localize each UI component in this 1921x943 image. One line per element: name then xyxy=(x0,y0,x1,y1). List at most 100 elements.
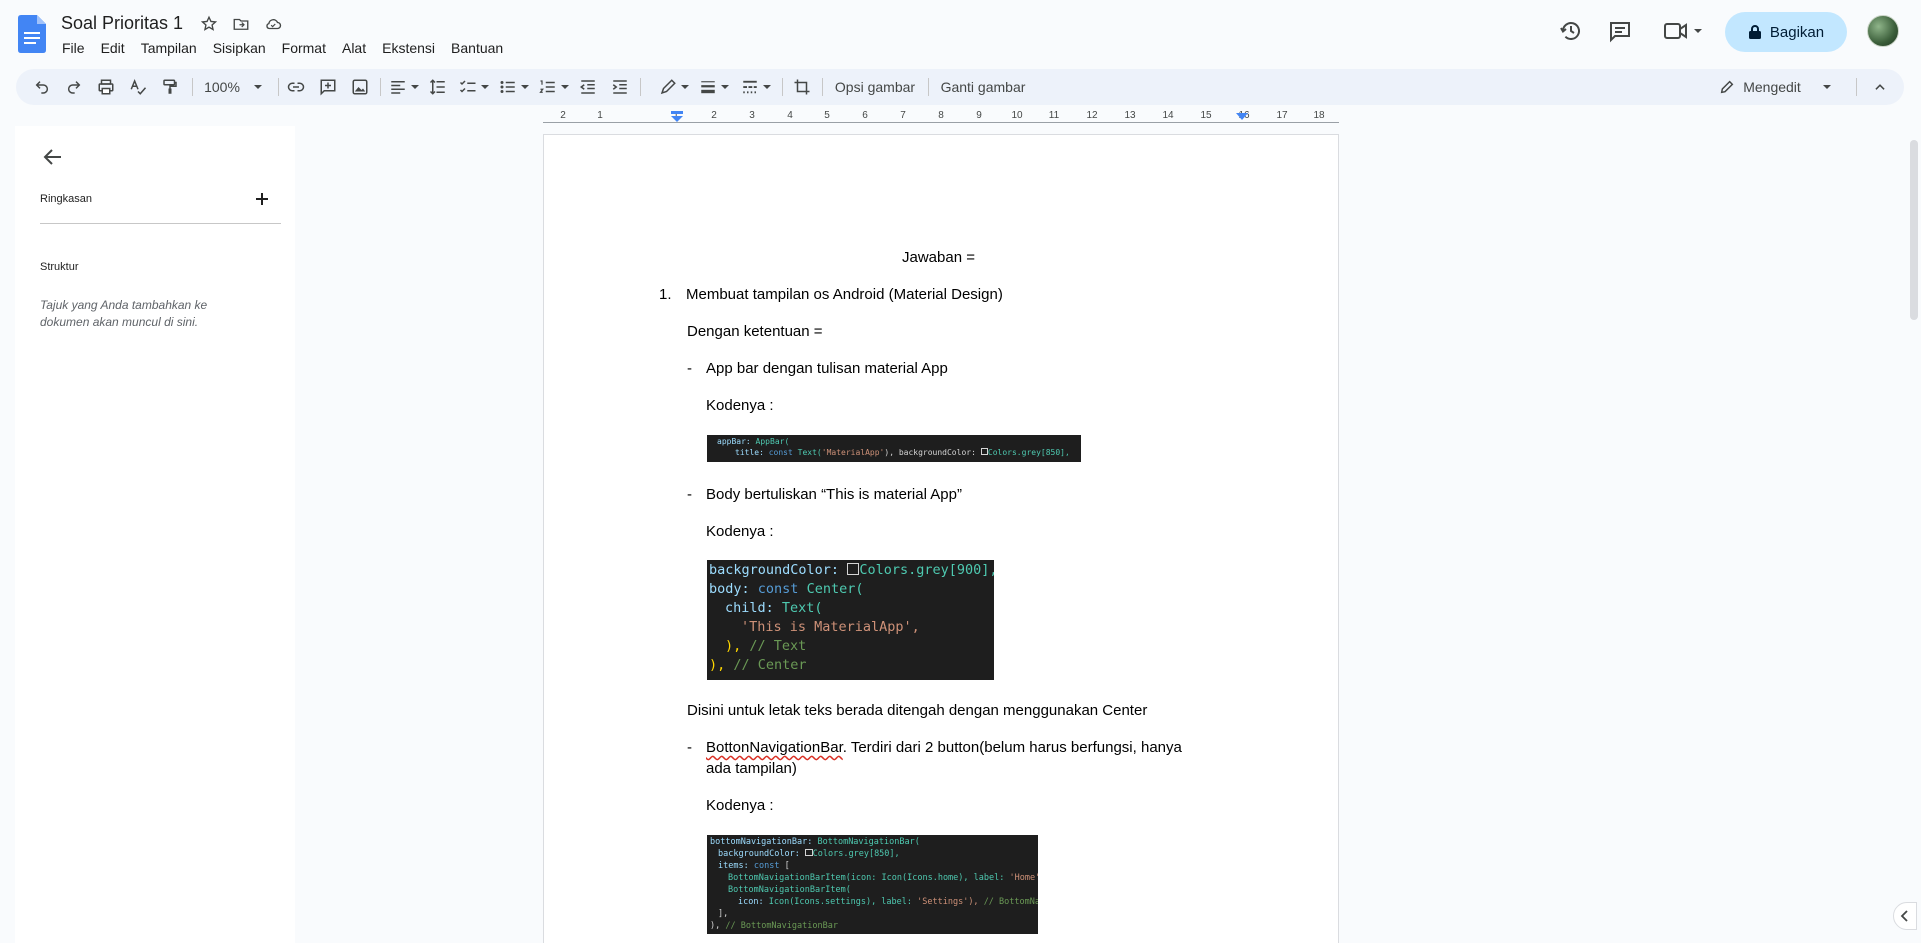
code-line: ), // Center xyxy=(709,657,807,673)
document-title[interactable]: Soal Prioritas 1 xyxy=(61,13,183,34)
left-indent-marker-icon[interactable] xyxy=(670,111,684,125)
bulleted-list-dropdown[interactable] xyxy=(496,75,532,99)
checklist-dropdown[interactable] xyxy=(456,75,492,99)
ruler-label: 12 xyxy=(1086,110,1098,121)
doc-paragraph[interactable]: Kodenya : xyxy=(706,523,774,540)
menu-edit[interactable]: Edit xyxy=(93,38,133,58)
meet-icon[interactable] xyxy=(1660,16,1706,46)
image-options-button[interactable]: Opsi gambar xyxy=(830,75,920,99)
structure-hint: Tajuk yang Anda tambahkan ke dokumen aka… xyxy=(40,298,208,329)
docs-logo-icon[interactable] xyxy=(18,15,46,53)
list-dash: - xyxy=(687,739,692,756)
ruler-label: 6 xyxy=(862,110,868,121)
bottom-nav-code-image[interactable]: bottomNavigationBar: BottomNavigationBar… xyxy=(707,835,1038,934)
share-button[interactable]: Bagikan xyxy=(1725,12,1847,52)
code-line: ], xyxy=(718,909,729,919)
back-arrow-icon[interactable] xyxy=(41,145,65,169)
add-comment-icon[interactable] xyxy=(316,75,340,99)
code-line: title: const Text('MaterialApp'), backgr… xyxy=(735,448,1070,457)
star-icon[interactable] xyxy=(198,13,220,35)
print-icon[interactable] xyxy=(94,75,118,99)
redo-icon[interactable] xyxy=(62,75,86,99)
code-line: BottomNavigationBarItem(icon: Icon(Icons… xyxy=(728,873,1038,883)
spellcheck-icon[interactable] xyxy=(126,75,150,99)
menu-help[interactable]: Bantuan xyxy=(443,38,511,58)
list-item[interactable]: BottonNavigationBar. Terdiri dari 2 butt… xyxy=(706,739,1182,756)
avatar[interactable] xyxy=(1867,15,1899,47)
cloud-saved-icon[interactable] xyxy=(262,13,284,35)
list-dash: - xyxy=(687,486,692,503)
code-line: body: const Center( xyxy=(709,581,864,597)
list-item[interactable]: Body bertuliskan “This is material App” xyxy=(706,486,962,503)
editing-mode-dropdown[interactable]: Mengedit xyxy=(1708,75,1842,99)
code-line: BottomNavigationBarItem( xyxy=(728,885,851,895)
misspelled-word[interactable]: BottonNavigationBar xyxy=(706,739,843,756)
ruler-label: 5 xyxy=(824,110,830,121)
menu-insert[interactable]: Sisipkan xyxy=(205,38,274,58)
paint-format-icon[interactable] xyxy=(158,75,182,99)
code-line: backgroundColor: Colors.grey[850], xyxy=(718,848,900,859)
list-item-continuation[interactable]: ada tampilan) xyxy=(706,760,797,777)
share-label: Bagikan xyxy=(1769,23,1825,41)
google-docs-window: Soal Prioritas 1 File Edit Tampilan Sisi… xyxy=(0,0,1921,943)
hide-menus-chevron-icon[interactable] xyxy=(1868,75,1892,99)
zoom-select[interactable]: 100% xyxy=(194,75,272,99)
ruler-label: 18 xyxy=(1313,110,1325,121)
code-line: items: const [ xyxy=(718,861,790,871)
zoom-value: 100% xyxy=(204,79,240,95)
menu-format[interactable]: Format xyxy=(274,38,334,58)
list-item[interactable]: Membuat tampilan os Android (Material De… xyxy=(686,286,1003,303)
toolbar-divider xyxy=(822,78,823,96)
comments-icon[interactable] xyxy=(1605,16,1635,46)
numbered-list-icon xyxy=(539,80,555,93)
menu-tools[interactable]: Alat xyxy=(334,38,374,58)
doc-paragraph[interactable]: Disini untuk letak teks berada ditengah … xyxy=(687,702,1147,719)
list-number: 1. xyxy=(659,286,672,303)
code-line: icon: Icon(Icons.settings), label: 'Sett… xyxy=(738,897,1038,907)
border-weight-dropdown[interactable] xyxy=(696,75,732,99)
increase-indent-icon[interactable] xyxy=(608,75,632,99)
crop-icon[interactable] xyxy=(790,75,814,99)
border-color-dropdown[interactable] xyxy=(656,75,692,99)
toolbar-divider xyxy=(278,78,279,96)
editing-mode-caret-icon xyxy=(1822,85,1831,89)
doc-heading[interactable]: Jawaban = xyxy=(902,249,975,266)
list-item[interactable]: App bar dengan tulisan material App xyxy=(706,360,948,377)
move-folder-icon[interactable] xyxy=(230,13,252,35)
horizontal-ruler[interactable]: 2 1 1 2 3 4 5 6 7 8 9 10 11 12 13 14 15 … xyxy=(543,108,1339,126)
code-line: ), // Text xyxy=(725,638,807,654)
undo-icon[interactable] xyxy=(30,75,54,99)
doc-paragraph[interactable]: Dengan ketentuan = xyxy=(687,323,823,340)
add-summary-button[interactable] xyxy=(252,189,272,209)
body-code-image[interactable]: backgroundColor: Colors.grey[900], body: … xyxy=(707,560,994,680)
doc-paragraph[interactable]: Kodenya : xyxy=(706,397,774,414)
border-dash-dropdown[interactable] xyxy=(738,75,774,99)
version-history-icon[interactable] xyxy=(1556,16,1586,46)
appbar-code-image[interactable]: appBar: AppBar(title: const Text('Materi… xyxy=(707,435,1081,462)
side-panel-toggle[interactable] xyxy=(1893,902,1917,930)
menu-view[interactable]: Tampilan xyxy=(133,38,205,58)
border-dash-icon xyxy=(743,80,757,94)
ruler-label: 4 xyxy=(787,110,793,121)
ruler-baseline xyxy=(543,122,1339,123)
insert-image-icon[interactable] xyxy=(348,75,372,99)
numbered-list-dropdown[interactable] xyxy=(536,75,572,99)
list-item-text: . Terdiri dari 2 button(belum harus berf… xyxy=(842,739,1182,756)
menu-extensions[interactable]: Ekstensi xyxy=(374,38,443,58)
right-indent-marker-icon[interactable] xyxy=(1235,113,1249,125)
align-dropdown[interactable] xyxy=(386,75,422,99)
replace-image-button[interactable]: Ganti gambar xyxy=(936,75,1030,99)
ruler-label: 2 xyxy=(711,110,717,121)
decrease-indent-icon[interactable] xyxy=(576,75,600,99)
doc-paragraph[interactable]: Kodenya : xyxy=(706,797,774,814)
ruler-label: 13 xyxy=(1124,110,1136,121)
ruler-label: 11 xyxy=(1048,110,1060,121)
line-spacing-icon[interactable] xyxy=(426,75,450,99)
code-line: child: Text( xyxy=(725,600,823,616)
menu-file[interactable]: File xyxy=(54,38,93,58)
ruler-label: 7 xyxy=(900,110,906,121)
scrollbar-thumb[interactable] xyxy=(1910,140,1918,320)
document-page[interactable]: Jawaban = 1. Membuat tampilan os Android… xyxy=(543,134,1339,943)
insert-link-icon[interactable] xyxy=(284,75,308,99)
ruler-label: 2 xyxy=(560,110,566,121)
